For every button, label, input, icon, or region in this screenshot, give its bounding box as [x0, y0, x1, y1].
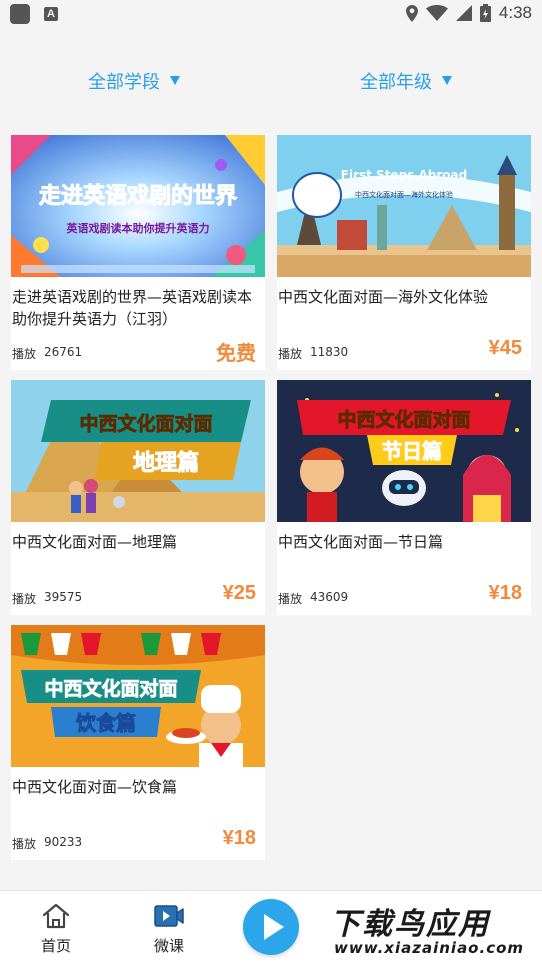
play-number: 90233 [44, 835, 83, 849]
stage-filter[interactable]: 全部学段 [88, 68, 180, 94]
watermark-url: www.xiazainiao.com [334, 939, 525, 957]
course-card[interactable]: First Steps Abroad 中西文化面对面—海外文化体验 中西文化面对… [277, 135, 531, 370]
play-label: 播放 [12, 592, 37, 606]
play-button[interactable] [243, 899, 299, 955]
course-title: 走进英语戏剧的世界—英语戏剧读本助你提升英语力（江羽） [12, 288, 253, 328]
battery-icon [479, 4, 491, 22]
play-number: 11830 [310, 345, 349, 359]
filter-bar: 全部学段 全部年级 [0, 28, 542, 128]
grade-filter[interactable]: 全部年级 [360, 68, 452, 94]
course-price: ¥18 [488, 582, 522, 604]
stage-filter-label: 全部学段 [88, 72, 160, 93]
nav-course-label: 微课 [153, 937, 184, 955]
signal-icon [455, 5, 472, 21]
thumbnail-title: 中西文化面对面 [44, 677, 177, 700]
play-label: 播放 [12, 347, 37, 361]
thumbnail-subtitle: 地理篇 [133, 450, 199, 476]
course-price: 免费 [216, 343, 256, 365]
course-title: 中西文化面对面—饮食篇 [12, 778, 178, 796]
play-count: 播放 26761 [12, 345, 82, 362]
course-card[interactable]: 中西文化面对面 节日篇 中西文化面对面—节日篇 播放 43609 ¥18 [277, 380, 531, 615]
dropdown-triangle-icon [170, 75, 180, 85]
course-title: 中西文化面对面—地理篇 [12, 533, 178, 551]
play-number: 43609 [310, 590, 349, 604]
play-count: 播放 39575 [12, 590, 82, 607]
course-card[interactable]: 走进英语戏剧的世界 英语戏剧读本助你提升英语力 走进英语戏剧的世界—英语戏剧读本… [11, 135, 265, 370]
thumbnail-title: 中西文化面对面 [337, 408, 470, 431]
thumbnail-title: First Steps Abroad [341, 168, 467, 182]
thumbnail-title: 走进英语戏剧的世界 [39, 183, 237, 209]
video-course-icon [154, 905, 184, 927]
watermark-title: 下载鸟应用 [330, 907, 490, 942]
course-thumbnail: 走进英语戏剧的世界 英语戏剧读本助你提升英语力 [11, 135, 265, 277]
course-thumbnail: 中西文化面对面 节日篇 [277, 380, 531, 522]
play-label: 播放 [278, 347, 303, 361]
thumbnail-title: 中西文化面对面 [79, 412, 212, 435]
course-thumbnail: 中西文化面对面 饮食篇 [11, 625, 265, 767]
clock: 4:38 [498, 3, 532, 22]
thumbnail-subtitle: 中西文化面对面—海外文化体验 [355, 190, 453, 199]
thumbnail-subtitle: 英语戏剧读本助你提升英语力 [66, 221, 210, 235]
course-price: ¥25 [222, 582, 256, 604]
location-icon [405, 4, 418, 22]
course-grid: 走进英语戏剧的世界 英语戏剧读本助你提升英语力 走进英语戏剧的世界—英语戏剧读本… [11, 135, 531, 860]
play-count: 播放 11830 [278, 345, 348, 362]
course-thumbnail: 中西文化面对面 地理篇 [11, 380, 265, 522]
course-price: ¥18 [222, 827, 256, 849]
nav-home-label: 首页 [40, 937, 71, 955]
play-label: 播放 [12, 837, 37, 851]
play-number: 39575 [44, 590, 83, 604]
course-card[interactable]: 中西文化面对面 地理篇 中西文化面对面—地理篇 播放 39575 ¥25 [11, 380, 265, 615]
course-title: 中西文化面对面—节日篇 [278, 533, 444, 551]
nav-home[interactable]: 首页 [21, 903, 91, 956]
course-thumbnail: First Steps Abroad 中西文化面对面—海外文化体验 [277, 135, 531, 277]
grade-filter-label: 全部年级 [360, 72, 432, 93]
watermark: 下载鸟应用 www.xiazainiao.com [322, 893, 542, 964]
home-icon [42, 903, 70, 929]
course-price: ¥45 [488, 337, 522, 359]
play-number: 26761 [44, 345, 83, 359]
dropdown-triangle-icon [442, 75, 452, 85]
play-icon [264, 914, 284, 940]
a-badge-icon: A [44, 7, 58, 21]
app-square-icon [10, 4, 30, 24]
play-label: 播放 [278, 592, 303, 606]
nav-course[interactable]: 微课 [134, 903, 204, 956]
thumbnail-subtitle: 节日篇 [382, 439, 442, 463]
play-count: 播放 90233 [12, 835, 82, 852]
thumbnail-subtitle: 饮食篇 [75, 711, 136, 735]
course-title: 中西文化面对面—海外文化体验 [278, 288, 489, 306]
play-count: 播放 43609 [278, 590, 348, 607]
status-bar: A 4:38 [0, 0, 542, 28]
wifi-icon [425, 5, 448, 21]
course-card[interactable]: 中西文化面对面 饮食篇 中西文化面对面—饮食篇 播放 90233 ¥18 [11, 625, 265, 860]
